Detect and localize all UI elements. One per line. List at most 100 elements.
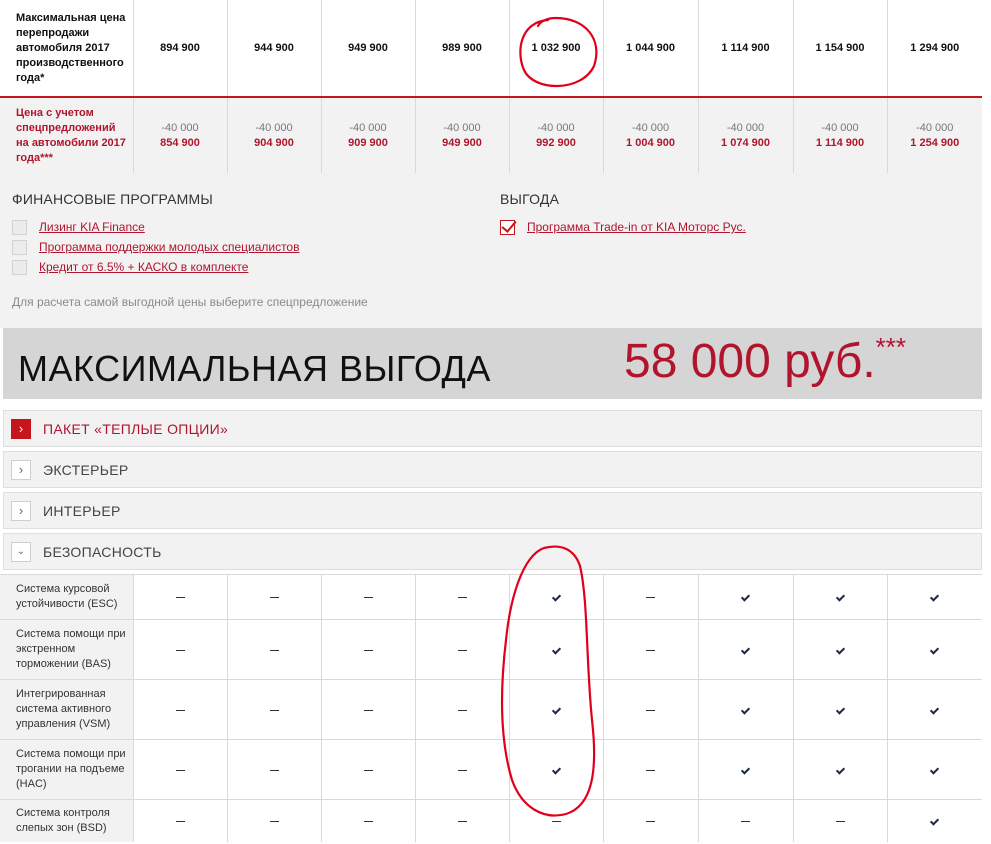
chevron-right-icon[interactable]: › xyxy=(11,418,31,439)
feature-cell xyxy=(133,799,228,842)
dash-icon xyxy=(741,821,750,823)
dash-icon xyxy=(363,597,373,599)
special-offers-panel: ФИНАНСОВЫЕ ПРОГРАММЫ Лизинг KIA Finance … xyxy=(0,173,982,328)
dash-icon xyxy=(269,709,279,711)
final-price-value: 1 074 900 xyxy=(721,136,770,149)
feature-cell xyxy=(415,619,510,680)
special-price-cell: -40 000 992 900 xyxy=(509,97,604,173)
feature-cell xyxy=(887,799,982,842)
discount-value: -40 000 xyxy=(349,121,387,134)
section-safety[interactable]: ⌄ БЕЗОПАСНОСТЬ xyxy=(3,533,982,570)
feature-cell xyxy=(603,799,699,842)
feature-label: Система помощи при трогании на подъеме (… xyxy=(0,739,134,800)
feature-row: Система курсовой устойчивости (ESC) xyxy=(0,574,982,620)
feature-cell xyxy=(698,739,794,800)
dash-icon xyxy=(646,821,655,823)
checkmark-icon xyxy=(551,644,561,655)
discount-value: -40 000 xyxy=(443,121,481,134)
dash-icon xyxy=(269,821,279,823)
feature-cell xyxy=(793,739,888,800)
discount-value: -40 000 xyxy=(821,121,859,134)
feature-cell xyxy=(415,679,510,740)
checkmark-icon xyxy=(740,764,751,775)
finance-option-young-specialists[interactable]: Программа поддержки молодых специалистов xyxy=(12,239,299,255)
checkmark-icon xyxy=(930,816,940,826)
checkmark-icon xyxy=(835,704,845,715)
checkmark-icon xyxy=(930,644,940,655)
checkmark-icon xyxy=(551,592,561,602)
feature-cell xyxy=(415,574,510,620)
feature-cell xyxy=(227,619,322,680)
dash-icon xyxy=(457,769,467,771)
finance-option-link[interactable]: Программа поддержки молодых специалистов xyxy=(39,240,299,254)
max-price-cell: 949 900 xyxy=(321,0,416,97)
checkbox-checked[interactable] xyxy=(500,219,515,235)
feature-cell xyxy=(227,799,322,842)
max-price-cell: 989 900 xyxy=(415,0,510,97)
dash-icon xyxy=(457,649,467,651)
finance-option-credit[interactable]: Кредит от 6.5% + КАСКО в комплекте xyxy=(12,259,248,275)
checkmark-icon xyxy=(930,764,940,775)
dash-icon xyxy=(175,821,185,823)
checkmark-icon xyxy=(835,592,845,602)
feature-cell xyxy=(887,619,982,680)
feature-cell xyxy=(415,739,510,800)
safety-features-table: Система курсовой устойчивости (ESC) Систе… xyxy=(0,574,982,842)
checkbox[interactable] xyxy=(12,239,27,255)
discount-value: -40 000 xyxy=(161,121,199,134)
final-price-value: 854 900 xyxy=(160,136,200,149)
dash-icon xyxy=(175,769,185,771)
chevron-right-icon[interactable]: › xyxy=(11,459,31,480)
feature-cell xyxy=(321,799,416,842)
benefit-option-link[interactable]: Программа Trade-in от KIA Моторс Рус. xyxy=(527,220,746,234)
feature-cell xyxy=(321,679,416,740)
checkmark-icon xyxy=(551,764,561,775)
section-title: ЭКСТЕРЬЕР xyxy=(43,461,129,478)
dash-icon xyxy=(646,649,655,651)
feature-cell xyxy=(793,574,888,620)
checkbox[interactable] xyxy=(12,259,27,275)
feature-cell xyxy=(793,799,888,842)
section-title: ИНТЕРЬЕР xyxy=(43,502,121,519)
discount-value: -40 000 xyxy=(631,121,670,134)
feature-cell xyxy=(509,574,604,620)
feature-cell xyxy=(603,574,699,620)
feature-cell xyxy=(133,619,228,680)
section-exterior[interactable]: › ЭКСТЕРЬЕР xyxy=(3,451,982,488)
max-price-cell: 894 900 xyxy=(133,0,228,97)
benefit-option-trade-in[interactable]: Программа Trade-in от KIA Моторс Рус. xyxy=(500,219,746,235)
chevron-down-icon[interactable]: ⌄ xyxy=(11,541,31,562)
feature-cell xyxy=(793,619,888,680)
dash-icon xyxy=(646,597,655,599)
finance-option-link[interactable]: Кредит от 6.5% + КАСКО в комплекте xyxy=(39,260,248,274)
final-price-value: 949 900 xyxy=(442,136,482,149)
special-price-cell: -40 000 904 900 xyxy=(227,97,322,173)
special-price-cell: -40 000 909 900 xyxy=(321,97,416,173)
feature-cell xyxy=(887,679,982,740)
max-price-cell: 944 900 xyxy=(227,0,322,97)
feature-cell xyxy=(698,799,794,842)
checkmark-icon xyxy=(835,644,845,655)
feature-cell xyxy=(793,679,888,740)
feature-cell xyxy=(321,574,416,620)
checkmark-icon xyxy=(930,704,940,715)
chevron-right-icon[interactable]: › xyxy=(11,500,31,521)
special-price-cell: -40 000 1 254 900 xyxy=(887,97,982,173)
max-benefit-value: 58 000 руб.*** xyxy=(624,332,906,389)
dash-icon xyxy=(363,709,373,711)
checkbox[interactable] xyxy=(12,219,27,235)
feature-label: Система курсовой устойчивости (ESC) xyxy=(0,574,134,620)
finance-option-link[interactable]: Лизинг KIA Finance xyxy=(39,220,145,234)
feature-label: Интегрированная система активного управл… xyxy=(0,679,134,740)
dash-icon xyxy=(646,709,655,711)
dash-icon xyxy=(457,597,467,599)
section-warm-options[interactable]: › ПАКЕТ «ТЕПЛЫЕ ОПЦИИ» xyxy=(3,410,982,447)
max-benefit-label: МАКСИМАЛЬНАЯ ВЫГОДА xyxy=(18,348,491,389)
section-interior[interactable]: › ИНТЕРЬЕР xyxy=(3,492,982,529)
feature-cell xyxy=(698,619,794,680)
discount-value: -40 000 xyxy=(726,121,765,134)
finance-option-leasing[interactable]: Лизинг KIA Finance xyxy=(12,219,145,235)
dash-icon xyxy=(269,769,279,771)
checkmark-icon xyxy=(835,764,845,775)
discount-value: -40 000 xyxy=(537,121,575,134)
